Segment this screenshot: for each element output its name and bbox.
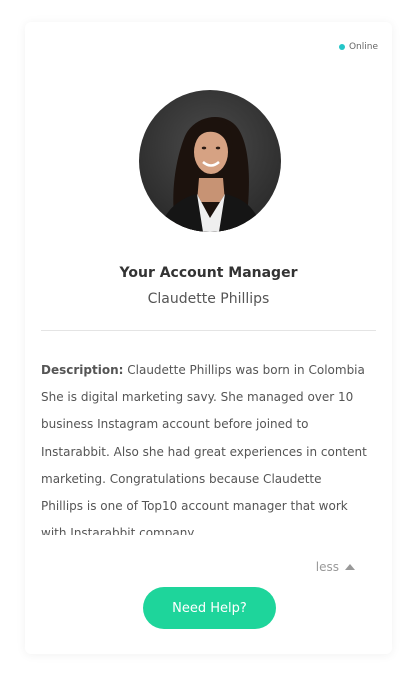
less-toggle[interactable]: less xyxy=(316,560,355,574)
description-text: Claudette Phillips was born in Colombia … xyxy=(41,363,367,535)
less-label: less xyxy=(315,560,339,574)
caret-up-icon xyxy=(345,564,355,570)
avatar xyxy=(139,90,281,232)
description-label: Description: xyxy=(41,363,124,377)
account-manager-name: Claudette Phillips xyxy=(147,291,270,307)
account-manager-card: Online Your Account Manager Claudette Ph… xyxy=(25,22,392,654)
online-status: Online xyxy=(338,42,378,52)
need-help-button[interactable]: Need Help? xyxy=(143,587,276,629)
divider xyxy=(41,330,376,331)
online-dot-icon xyxy=(338,44,345,50)
status-label: Online xyxy=(348,42,378,52)
account-manager-heading: Your Account Manager xyxy=(119,265,298,281)
description: Description: Claudette Phillips was born… xyxy=(41,357,367,535)
avatar-image xyxy=(159,117,263,232)
